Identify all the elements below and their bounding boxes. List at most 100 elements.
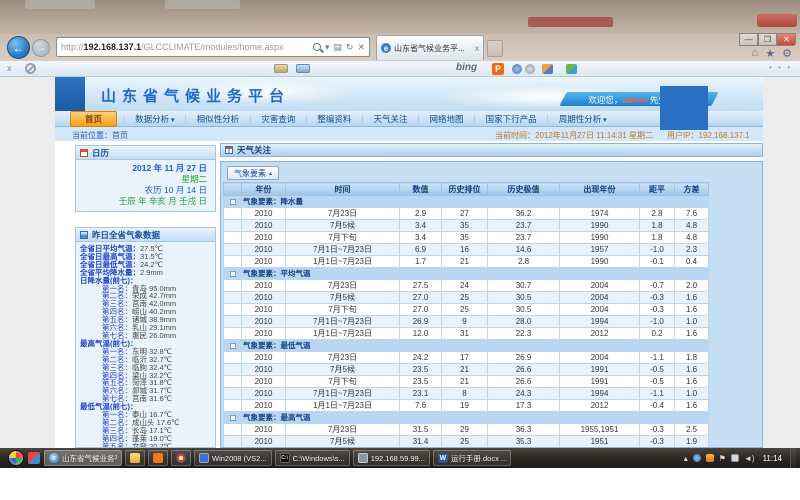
toolbar-plugin-icon[interactable] xyxy=(525,64,535,74)
table-row[interactable]: 20101月1日~7月23日1.7212.81990-0.10.4 xyxy=(224,256,709,268)
quick-launch-icon[interactable] xyxy=(28,452,40,464)
browser-tab[interactable]: e 山东省气候业务平... x xyxy=(376,35,484,60)
p-plugin-icon[interactable]: P xyxy=(492,63,504,75)
taskbar-button-192.168.59.99...[interactable]: 192.168.59.99... xyxy=(353,450,430,466)
taskbar-button-folder[interactable] xyxy=(125,450,145,466)
table-row[interactable]: 20107月5候23.52126.61991-0.51.6 xyxy=(224,364,709,376)
table-row[interactable]: 20107月下旬3.43523.719901.84.8 xyxy=(224,232,709,244)
expander-icon[interactable] xyxy=(230,199,236,205)
toolbar-plugin-icon[interactable] xyxy=(566,64,577,74)
table-row[interactable]: 20107月5候31.42535.31951-0.31.9 xyxy=(224,436,709,448)
taskbar-button-山东省气候业务平...[interactable]: e山东省气候业务平... xyxy=(44,450,122,466)
maximize-button[interactable]: ❐ xyxy=(758,33,777,46)
toolbar-plugin-icon[interactable] xyxy=(542,64,553,74)
rank-value[interactable]: 惠民 26.0mm xyxy=(132,331,176,340)
table-row[interactable]: 20107月1日~7月23日23.1824.31994-1.11.0 xyxy=(224,388,709,400)
nav-item-0[interactable]: 首页 xyxy=(70,111,117,127)
taskbar-button-orange-app[interactable] xyxy=(148,450,168,466)
tray-security-icon[interactable] xyxy=(706,454,714,462)
taskbar-button-运行手册.docx ...[interactable]: W运行手册.docx ... xyxy=(433,450,511,466)
nav-item-4[interactable]: 整编资料 xyxy=(307,113,361,125)
taskbar-button-C:\Windows\s...[interactable]: C:\C:\Windows\s... xyxy=(275,450,350,466)
table-row[interactable]: 20107月下旬23.52126.61991-0.51.6 xyxy=(224,376,709,388)
toolbar-plugin-icon[interactable] xyxy=(512,64,522,74)
row-expander-cell xyxy=(224,424,242,436)
cell-历史排位: 21 xyxy=(442,256,488,268)
nav-item-6[interactable]: 网络地图 xyxy=(420,113,474,125)
expander-icon[interactable] xyxy=(230,271,236,277)
minimize-button[interactable]: — xyxy=(739,33,758,46)
expander-icon[interactable] xyxy=(230,415,236,421)
table-row[interactable]: 20107月1日~7月23日6.91614.61957-1.02.3 xyxy=(224,244,709,256)
column-header-7[interactable]: 方差 xyxy=(675,183,709,196)
column-header-2[interactable]: 数值 xyxy=(400,183,442,196)
close-button[interactable]: ✕ xyxy=(777,33,796,46)
refresh-icon[interactable]: ↻ xyxy=(346,42,354,53)
group-row-0[interactable]: 气象要素：降水量 xyxy=(224,196,709,208)
tab-close-icon[interactable]: x xyxy=(475,44,479,53)
group-row-2[interactable]: 气象要素：最低气温 xyxy=(224,340,709,352)
start-button[interactable] xyxy=(8,450,24,466)
column-header-0[interactable]: 年份 xyxy=(242,183,286,196)
action-center-flag-icon[interactable]: ⚑ xyxy=(719,454,726,463)
table-row[interactable]: 20107月23日2.92736.219742.87.6 xyxy=(224,208,709,220)
table-row[interactable]: 20101月1日~7月23日12.03122.320120.21.6 xyxy=(224,328,709,340)
group-expander-cell[interactable] xyxy=(224,340,242,352)
element-filter-button[interactable]: 气象要素 ▴ xyxy=(227,166,279,180)
table-row[interactable]: 20107月5候3.43523.719901.84.8 xyxy=(224,220,709,232)
group-expander-cell[interactable] xyxy=(224,268,242,280)
home-icon[interactable]: ⌂ xyxy=(752,47,759,60)
stop-icon[interactable]: ✕ xyxy=(357,42,365,53)
table-row[interactable]: 20101月1日~7月23日7.61917.32012-0.41.6 xyxy=(224,400,709,412)
column-header-5[interactable]: 出现年份 xyxy=(560,183,640,196)
row-expander-cell xyxy=(224,400,242,412)
taskbar-clock[interactable]: 11:14 xyxy=(763,454,782,463)
nav-item-2[interactable]: 相似性分析 xyxy=(187,113,250,125)
column-header-3[interactable]: 历史排位 xyxy=(442,183,488,196)
table-row[interactable]: 20107月1日~7月23日26.9928.01994-1.01.0 xyxy=(224,316,709,328)
taskbar-button-media[interactable] xyxy=(171,450,191,466)
card-icon[interactable] xyxy=(274,64,288,73)
group-row-3[interactable]: 气象要素：最高气温 xyxy=(224,412,709,424)
table-row[interactable]: 20107月23日27.52430.72004-0.72.0 xyxy=(224,280,709,292)
mail-icon[interactable] xyxy=(296,64,310,73)
close-x-icon[interactable]: x xyxy=(7,63,12,73)
group-expander-cell[interactable] xyxy=(224,412,242,424)
address-bar[interactable]: http://192.168.137.1/GLCCLIMATE/modules/… xyxy=(56,37,370,57)
nav-item-1[interactable]: 数据分析 ▾ xyxy=(125,113,184,125)
weather-panel-header: 昨日全省气象数据 xyxy=(76,228,215,242)
table-row[interactable]: 20107月23日31.52936.31955,1951-0.32.5 xyxy=(224,424,709,436)
tray-expand-icon[interactable]: ▴ xyxy=(684,454,688,463)
expander-icon[interactable] xyxy=(230,343,236,349)
compatibility-icon[interactable]: ▤ xyxy=(333,42,342,53)
group-row-1[interactable]: 气象要素：平均气温 xyxy=(224,268,709,280)
nav-item-5[interactable]: 天气关注 xyxy=(363,113,417,125)
back-button[interactable]: ← xyxy=(7,36,30,59)
favorites-star-icon[interactable]: ★ xyxy=(765,47,775,60)
bing-logo[interactable]: bing xyxy=(456,62,477,73)
overflow-dots-icon[interactable]: • • • xyxy=(769,63,792,72)
show-desktop-button[interactable] xyxy=(790,448,796,468)
forward-button[interactable]: → xyxy=(32,39,50,57)
cell-数值: 24.2 xyxy=(400,352,442,364)
table-row[interactable]: 20107月下旬27.02530.52004-0.31.6 xyxy=(224,304,709,316)
taskbar-button-Win2008 (VS2...[interactable]: Win2008 (VS2... xyxy=(194,450,272,466)
table-row[interactable]: 20107月5候27.02530.52004-0.31.6 xyxy=(224,292,709,304)
search-dropdown-icon[interactable]: ▾ xyxy=(325,42,330,53)
tray-display-icon[interactable] xyxy=(731,454,739,462)
rank-value[interactable]: 莒南 31.6℃ xyxy=(132,394,172,403)
search-icon[interactable] xyxy=(313,43,321,51)
column-header-1[interactable]: 时间 xyxy=(286,183,400,196)
nav-item-3[interactable]: 灾害查询 xyxy=(251,113,305,125)
cell-方差: 1.6 xyxy=(675,364,709,376)
tray-network-icon[interactable] xyxy=(693,454,701,462)
settings-gear-icon[interactable]: ⚙ xyxy=(782,47,792,60)
nav-item-8[interactable]: 周期性分析 ▾ xyxy=(549,113,617,125)
column-header-6[interactable]: 距平 xyxy=(640,183,675,196)
column-header-4[interactable]: 历史极值 xyxy=(488,183,560,196)
group-expander-cell[interactable] xyxy=(224,196,242,208)
new-tab-button[interactable] xyxy=(487,40,503,57)
nav-item-7[interactable]: 国家下行产品 xyxy=(476,113,547,125)
volume-icon[interactable]: ◄) xyxy=(744,454,755,463)
table-row[interactable]: 20107月23日24.21726.92004-1.11.8 xyxy=(224,352,709,364)
